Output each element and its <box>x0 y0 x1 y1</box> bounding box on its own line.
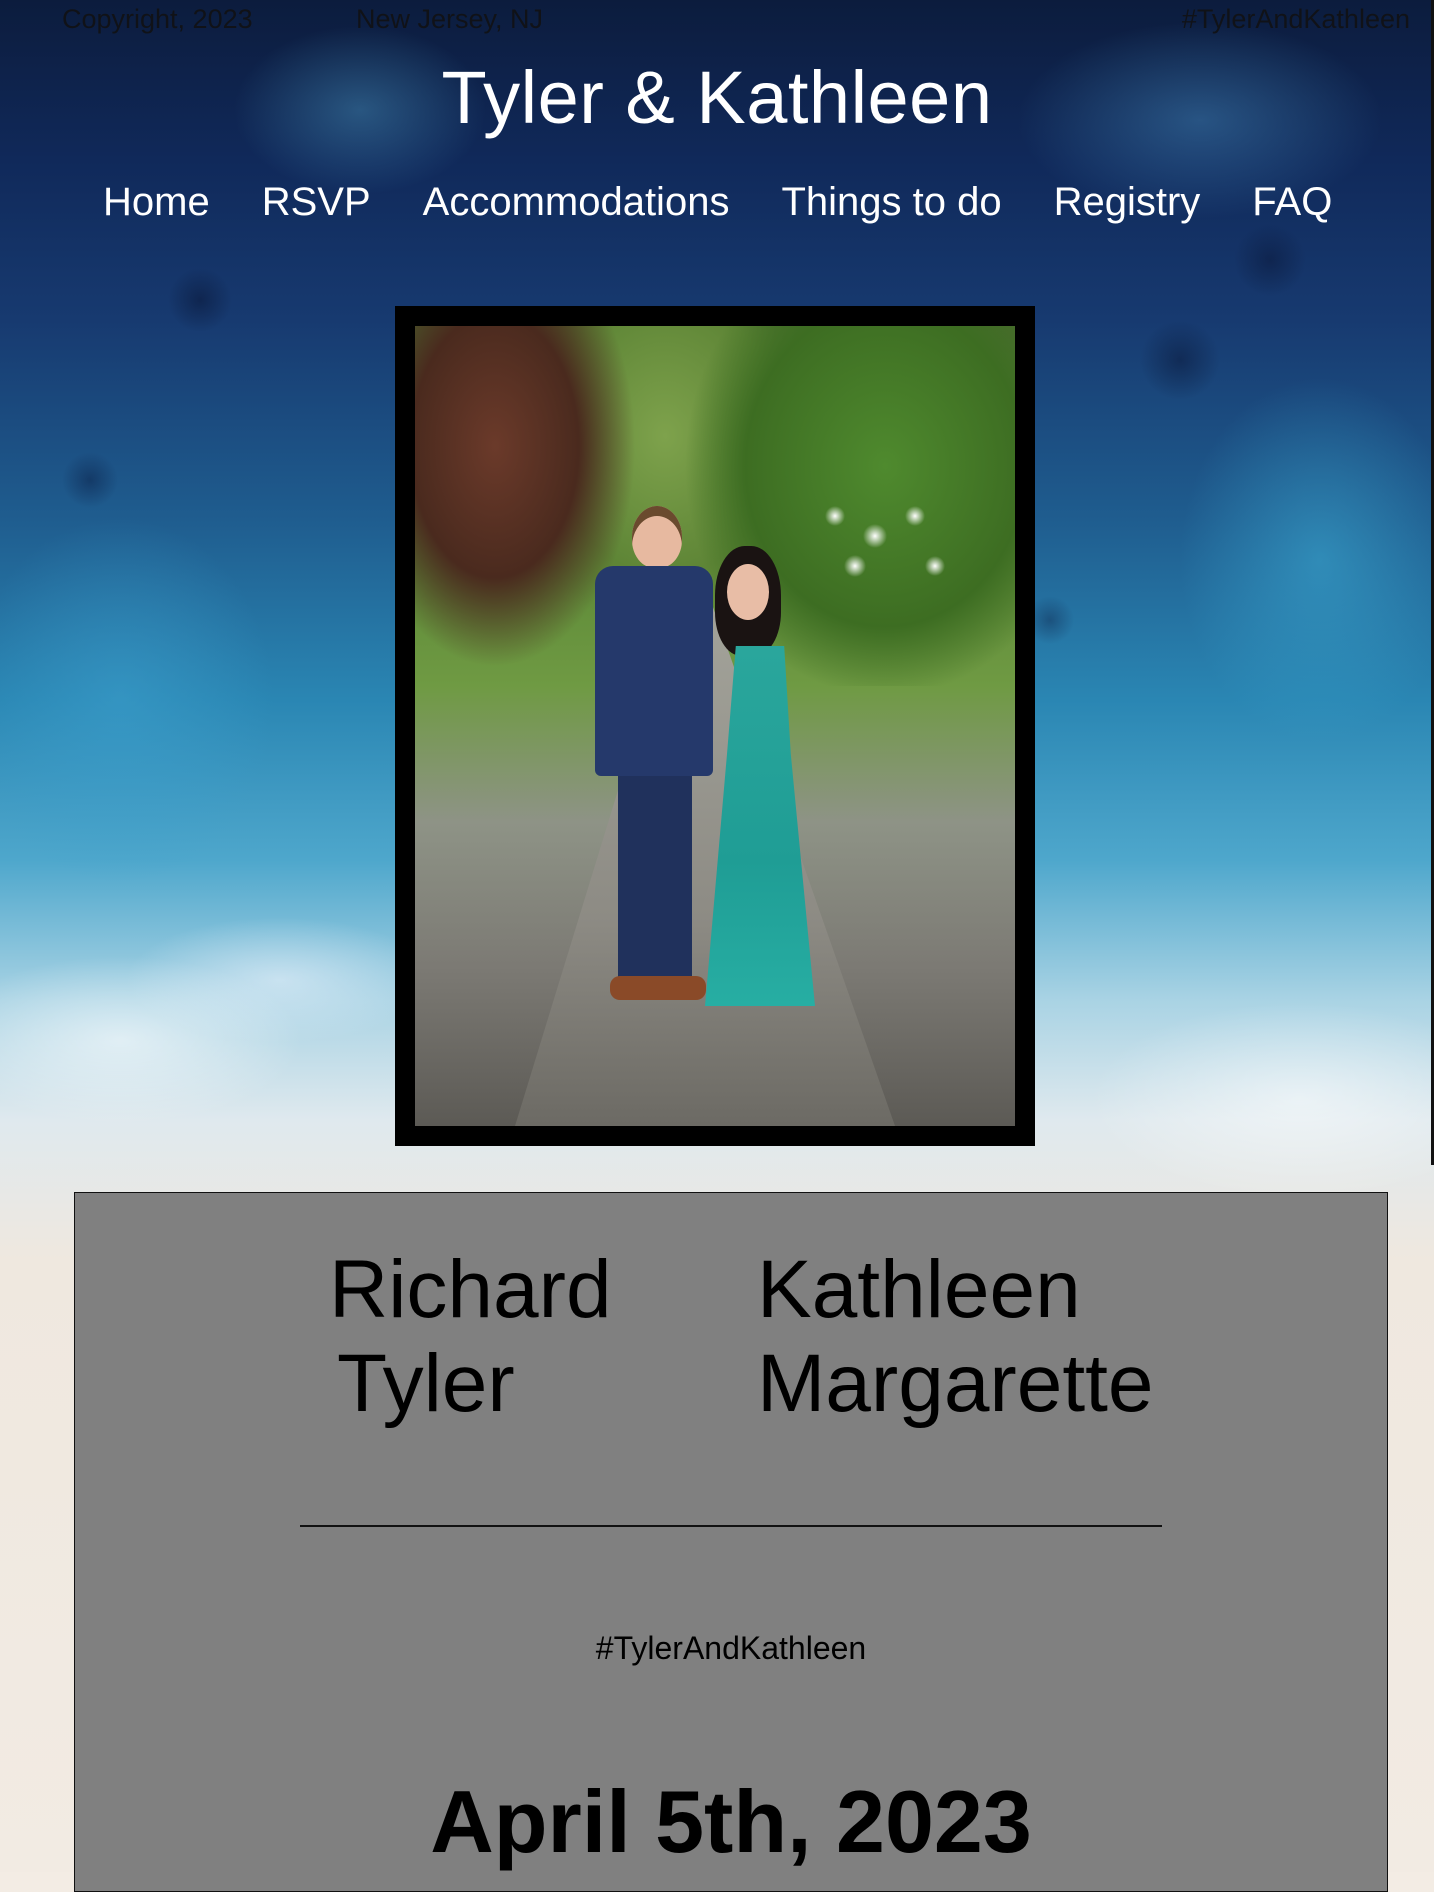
wedding-date: April 5th, 2023 <box>430 1772 1032 1871</box>
top-hashtag: #TylerAndKathleen <box>1181 4 1410 34</box>
groom-name: Richard Tyler <box>329 1243 689 1431</box>
wedding-info-card: Richard Tyler Kathleen Margarette #Tyler… <box>74 1192 1388 1892</box>
site-title: Tyler & Kathleen <box>441 56 993 139</box>
bride-first-name: Kathleen <box>757 1244 1081 1335</box>
photo-groom <box>590 506 713 1006</box>
location-text: New Jersey, NJ <box>356 4 544 34</box>
divider-line <box>300 1525 1162 1527</box>
main-nav: Home RSVP Accommodations Things to do Re… <box>103 180 1332 225</box>
nav-rsvp[interactable]: RSVP <box>262 180 371 225</box>
photo-bride <box>705 546 825 1006</box>
nav-things-to-do[interactable]: Things to do <box>781 180 1001 225</box>
couple-photo-frame <box>395 306 1035 1146</box>
nav-faq[interactable]: FAQ <box>1252 180 1332 225</box>
bride-name: Kathleen Margarette <box>757 1243 1257 1431</box>
groom-second-name: Tyler <box>337 1338 515 1429</box>
groom-first-name: Richard <box>329 1244 612 1335</box>
bride-second-name: Margarette <box>757 1338 1154 1429</box>
copyright-text: Copyright, 2023 <box>62 4 253 34</box>
couple-photo <box>415 326 1015 1126</box>
nav-home[interactable]: Home <box>103 180 210 225</box>
nav-accommodations[interactable]: Accommodations <box>423 180 730 225</box>
photo-blossoms <box>815 486 965 606</box>
card-hashtag: #TylerAndKathleen <box>595 1630 867 1666</box>
nav-registry[interactable]: Registry <box>1054 180 1201 225</box>
top-bar: Copyright, 2023 New Jersey, NJ #TylerAnd… <box>0 0 1434 40</box>
